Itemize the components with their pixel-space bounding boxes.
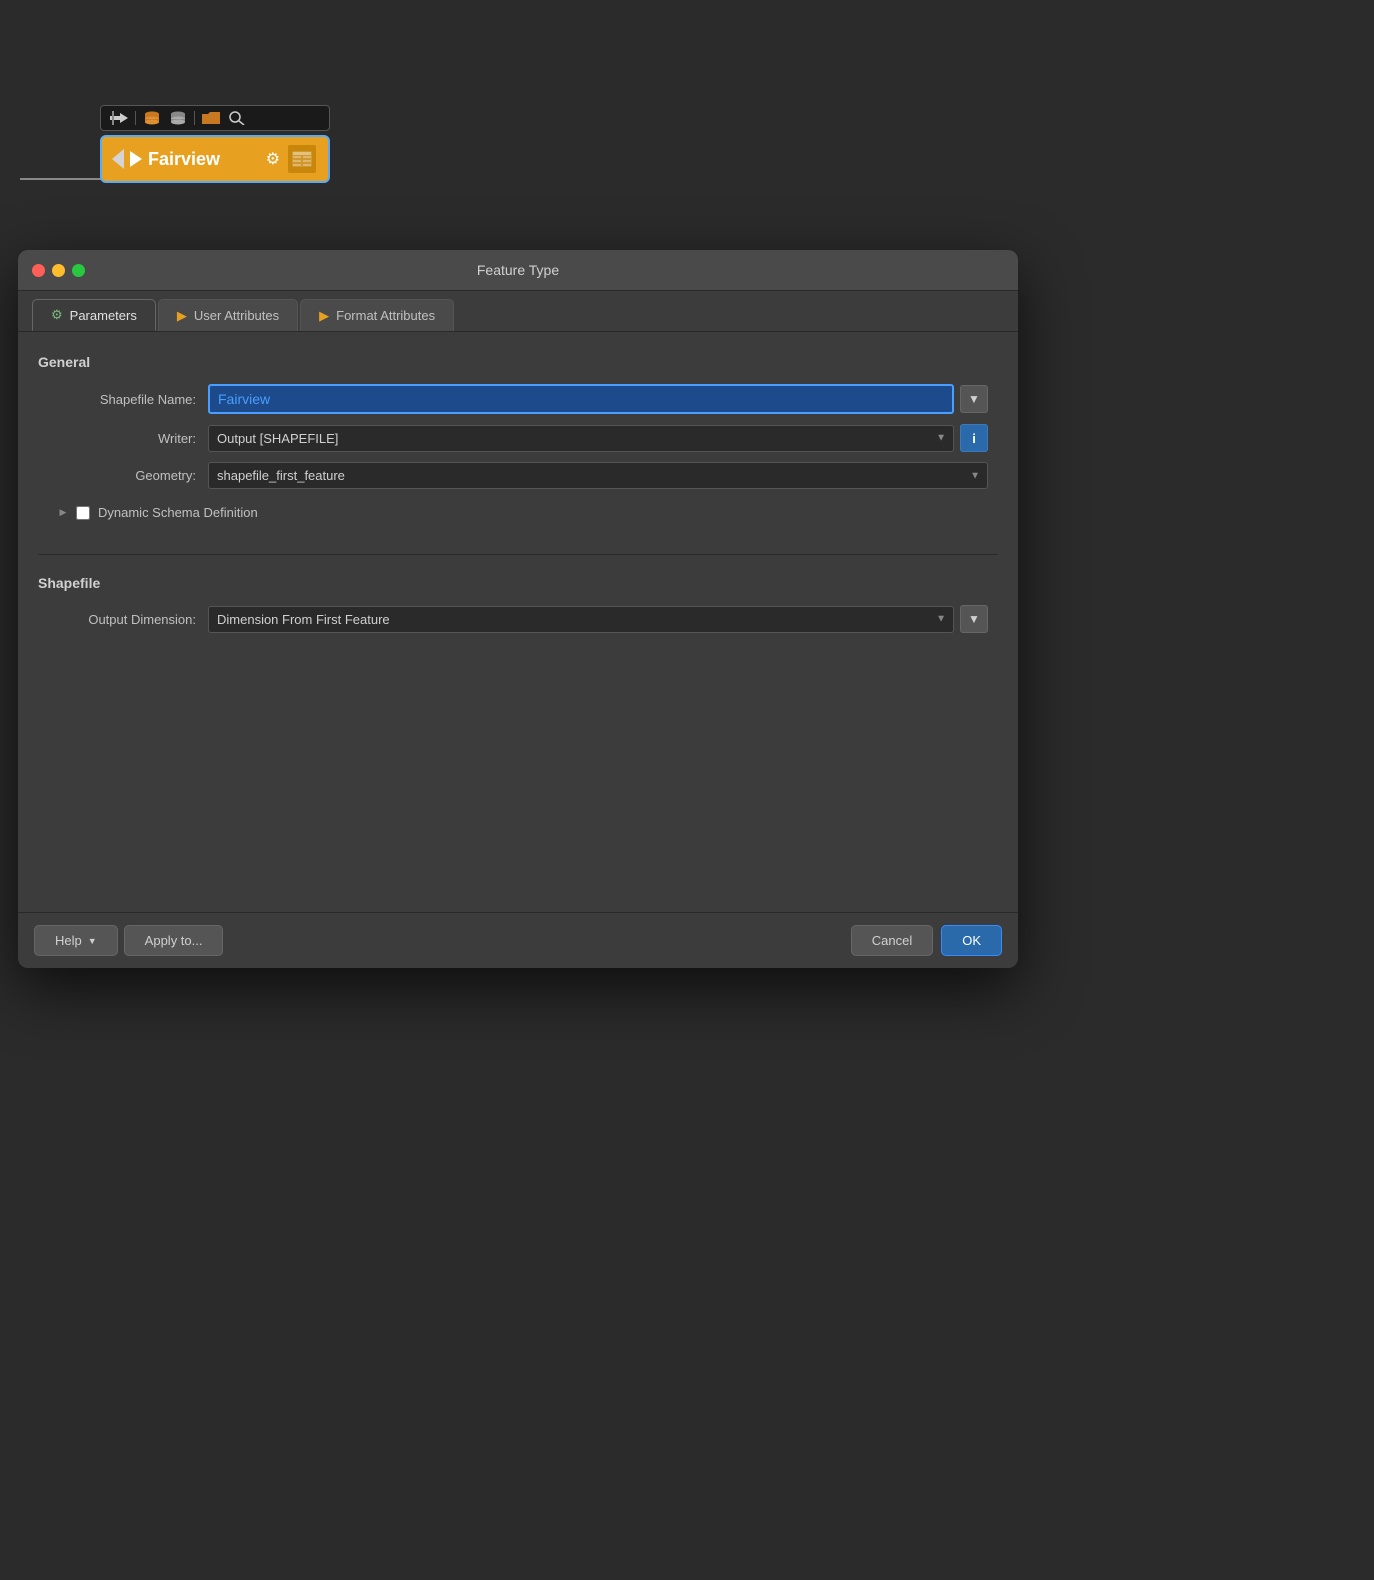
help-label: Help bbox=[55, 933, 82, 948]
node-toolbar bbox=[100, 105, 330, 131]
general-section: General Shapefile Name: ▼ Writer: bbox=[38, 350, 998, 538]
geometry-label: Geometry: bbox=[48, 468, 208, 483]
node-play-icon bbox=[130, 151, 142, 167]
section-divider bbox=[38, 554, 998, 555]
user-attr-tab-icon: ▶ bbox=[177, 308, 187, 324]
node-input-arrow bbox=[112, 149, 124, 169]
footer-right: Cancel OK bbox=[851, 925, 1002, 956]
output-dimension-button[interactable]: ▼ bbox=[960, 605, 988, 633]
canvas-area: Fairview ⚙ bbox=[0, 0, 1374, 240]
transformer-node[interactable]: Fairview ⚙ bbox=[100, 105, 330, 183]
gear-tab-icon: ⚙ bbox=[51, 307, 63, 323]
shapefile-name-row: Shapefile Name: ▼ bbox=[38, 384, 998, 414]
database-icon[interactable] bbox=[142, 110, 162, 126]
node-table-icon[interactable] bbox=[286, 143, 318, 175]
writer-controls: Output [SHAPEFILE] ▼ i bbox=[208, 424, 988, 452]
general-section-header: General bbox=[38, 354, 998, 370]
tab-parameters[interactable]: ⚙ Parameters bbox=[32, 299, 156, 331]
shapefile-name-controls: ▼ bbox=[208, 384, 988, 414]
dynamic-schema-expand[interactable]: ▶ bbox=[58, 508, 68, 518]
divider-1 bbox=[135, 111, 136, 125]
output-dimension-row: Output Dimension: Dimension From First F… bbox=[38, 605, 998, 633]
node-gear-icon[interactable]: ⚙ bbox=[266, 149, 280, 169]
shapefile-section: Shapefile Output Dimension: Dimension Fr… bbox=[38, 571, 998, 647]
geometry-dropdown[interactable]: shapefile_first_feature bbox=[208, 462, 988, 489]
writer-dropdown-wrapper: Output [SHAPEFILE] ▼ bbox=[208, 425, 954, 452]
apply-label: Apply to... bbox=[145, 933, 203, 948]
dialog-body: General Shapefile Name: ▼ Writer: bbox=[18, 332, 1018, 912]
minimize-button[interactable] bbox=[52, 264, 65, 277]
database-alt-icon[interactable] bbox=[168, 110, 188, 126]
geometry-dropdown-wrapper: shapefile_first_feature ▼ bbox=[208, 462, 988, 489]
geometry-row: Geometry: shapefile_first_feature ▼ bbox=[38, 462, 998, 489]
dialog-footer: Help ▼ Apply to... Cancel OK bbox=[18, 912, 1018, 968]
geometry-controls: shapefile_first_feature ▼ bbox=[208, 462, 988, 489]
dialog-content: General Shapefile Name: ▼ Writer: bbox=[18, 332, 1018, 681]
help-button[interactable]: Help ▼ bbox=[34, 925, 118, 956]
tab-format-attributes-label: Format Attributes bbox=[336, 308, 435, 323]
format-attr-tab-icon: ▶ bbox=[319, 308, 329, 324]
feature-type-dialog: Feature Type ⚙ Parameters ▶ User Attribu… bbox=[18, 250, 1018, 968]
footer-left: Help ▼ Apply to... bbox=[34, 925, 223, 956]
help-dropdown-arrow[interactable]: ▼ bbox=[88, 936, 97, 946]
shapefile-name-browse-button[interactable]: ▼ bbox=[960, 385, 988, 413]
folder-icon[interactable] bbox=[201, 110, 221, 126]
writer-row: Writer: Output [SHAPEFILE] ▼ i bbox=[38, 424, 998, 452]
dialog-title: Feature Type bbox=[477, 262, 559, 278]
apply-to-button[interactable]: Apply to... bbox=[124, 925, 224, 956]
dialog-titlebar: Feature Type bbox=[18, 250, 1018, 291]
dynamic-schema-row: ▶ Dynamic Schema Definition bbox=[38, 499, 998, 526]
shapefile-section-header: Shapefile bbox=[38, 575, 998, 591]
tab-bar: ⚙ Parameters ▶ User Attributes ▶ Format … bbox=[18, 291, 1018, 332]
tab-user-attributes[interactable]: ▶ User Attributes bbox=[158, 299, 298, 331]
node-label: Fairview bbox=[148, 149, 266, 170]
cancel-label: Cancel bbox=[872, 933, 912, 948]
shapefile-name-input[interactable] bbox=[208, 384, 954, 414]
search-icon[interactable] bbox=[227, 110, 247, 126]
writer-dropdown[interactable]: Output [SHAPEFILE] bbox=[208, 425, 954, 452]
node-body[interactable]: Fairview ⚙ bbox=[100, 135, 330, 183]
traffic-lights bbox=[32, 264, 85, 277]
tab-format-attributes[interactable]: ▶ Format Attributes bbox=[300, 299, 454, 331]
dynamic-schema-label: Dynamic Schema Definition bbox=[98, 505, 258, 520]
ok-label: OK bbox=[962, 933, 981, 948]
divider-2 bbox=[194, 111, 195, 125]
output-dimension-label: Output Dimension: bbox=[48, 612, 208, 627]
cancel-button[interactable]: Cancel bbox=[851, 925, 933, 956]
dynamic-schema-checkbox[interactable] bbox=[76, 506, 90, 520]
ok-button[interactable]: OK bbox=[941, 925, 1002, 956]
writer-info-button[interactable]: i bbox=[960, 424, 988, 452]
writer-label: Writer: bbox=[48, 431, 208, 446]
maximize-button[interactable] bbox=[72, 264, 85, 277]
output-dimension-dropdown-wrapper: Dimension From First Feature ▼ bbox=[208, 606, 954, 633]
tab-user-attributes-label: User Attributes bbox=[194, 308, 279, 323]
shapefile-name-label: Shapefile Name: bbox=[48, 392, 208, 407]
output-dimension-controls: Dimension From First Feature ▼ ▼ bbox=[208, 605, 988, 633]
close-button[interactable] bbox=[32, 264, 45, 277]
output-dimension-dropdown[interactable]: Dimension From First Feature bbox=[208, 606, 954, 633]
import-icon[interactable] bbox=[109, 110, 129, 126]
tab-parameters-label: Parameters bbox=[70, 308, 137, 323]
